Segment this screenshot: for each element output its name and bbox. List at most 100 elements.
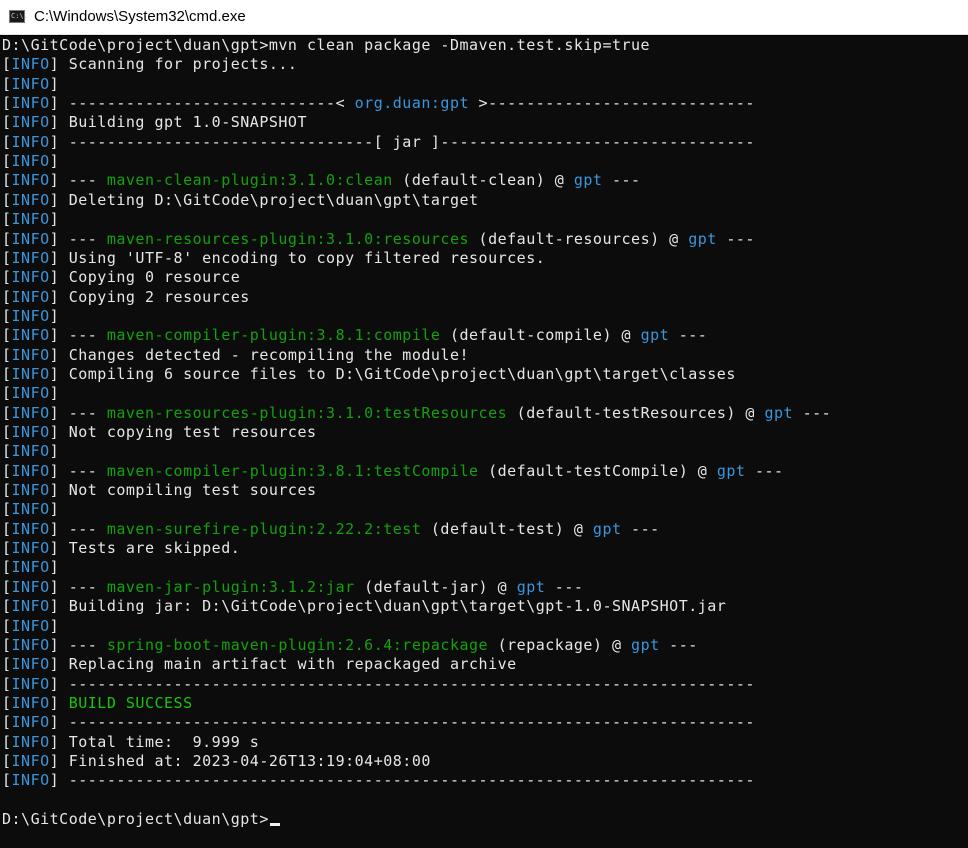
log-line: [INFO] xyxy=(2,617,69,636)
console-output[interactable]: D:\GitCode\project\duan\gpt>mvn clean pa… xyxy=(0,36,968,848)
log-level-bracket: ] xyxy=(49,539,69,558)
log-level-bracket: ] xyxy=(49,248,69,267)
log-level: INFO xyxy=(11,210,50,229)
log-level: INFO xyxy=(11,519,50,538)
log-level-bracket: ] xyxy=(49,771,69,790)
log-level-bracket: ] xyxy=(49,635,69,654)
log-level: INFO xyxy=(11,558,50,577)
log-level-bracket: [ xyxy=(2,655,12,674)
log-level-bracket: [ xyxy=(2,519,12,538)
log-level-bracket: [ xyxy=(2,345,12,364)
log-level-bracket: ] xyxy=(49,306,69,325)
log-level-bracket: [ xyxy=(2,481,12,500)
log-level-bracket: [ xyxy=(2,635,12,654)
log-level: INFO xyxy=(11,326,50,345)
log-level-bracket: ] xyxy=(49,229,69,248)
log-level-bracket: [ xyxy=(2,326,12,345)
log-line: [INFO] --- maven-surefire-plugin:2.22.2:… xyxy=(2,520,660,539)
log-line: [INFO] Scanning for projects... xyxy=(2,55,297,74)
log-level: INFO xyxy=(11,171,50,190)
log-level-bracket: ] xyxy=(49,132,69,151)
log-level: INFO xyxy=(11,693,50,712)
log-text: ----------------------------------------… xyxy=(68,771,755,790)
log-line: [INFO] --------------------------------[… xyxy=(2,133,755,152)
log-level-bracket: ] xyxy=(49,616,69,635)
log-text: (default-compile) @ xyxy=(440,326,641,345)
log-level-bracket: [ xyxy=(2,55,12,74)
log-line: [INFO] Tests are skipped. xyxy=(2,539,240,558)
log-line: [INFO] --- maven-resources-plugin:3.1.0:… xyxy=(2,230,755,249)
log-level-bracket: [ xyxy=(2,423,12,441)
title-bar[interactable]: C:\. C:\Windows\System32\cmd.exe xyxy=(0,0,968,35)
log-line: [INFO] Copying 0 resource xyxy=(2,268,240,287)
log-level-bracket: ] xyxy=(49,655,69,674)
cmd-icon-glyph: C:\. xyxy=(11,12,28,20)
log-text: Compiling 6 source files to D:\GitCode\p… xyxy=(68,364,736,383)
log-level-bracket: ] xyxy=(49,190,69,209)
log-level: INFO xyxy=(11,713,50,732)
log-line: [INFO] Deleting D:\GitCode\project\duan\… xyxy=(2,191,479,210)
log-level: INFO xyxy=(11,152,50,171)
log-level-bracket: [ xyxy=(2,113,12,132)
log-level-bracket: [ xyxy=(2,132,12,151)
log-level-bracket: ] xyxy=(49,461,69,480)
log-line: [INFO] --- maven-jar-plugin:3.1.2:jar (d… xyxy=(2,578,583,597)
log-line: [INFO] --- spring-boot-maven-plugin:2.6.… xyxy=(2,636,698,655)
log-level-bracket: [ xyxy=(2,229,12,248)
log-level-bracket: [ xyxy=(2,384,12,403)
log-text: --- xyxy=(716,229,755,248)
log-level-bracket: ] xyxy=(49,55,69,74)
log-level: INFO xyxy=(11,190,50,209)
log-level-bracket: [ xyxy=(2,539,12,558)
log-level: INFO xyxy=(11,74,50,93)
log-level-bracket: [ xyxy=(2,442,12,461)
log-text: --- xyxy=(602,171,641,190)
log-text: (default-jar) @ xyxy=(354,577,517,596)
log-level: INFO xyxy=(11,306,50,325)
log-text: (default-resources) @ xyxy=(469,229,689,248)
log-level-bracket: [ xyxy=(2,248,12,267)
log-text: Changes detected - recompiling the modul… xyxy=(68,345,470,364)
log-level: INFO xyxy=(11,539,50,558)
log-level: INFO xyxy=(11,403,50,422)
log-level-bracket: ] xyxy=(49,74,69,93)
log-line: [INFO] xyxy=(2,500,69,519)
log-level: INFO xyxy=(11,132,50,151)
log-level: INFO xyxy=(11,500,50,519)
log-text: --- xyxy=(68,326,107,345)
log-level: INFO xyxy=(11,268,50,287)
log-level-bracket: ] xyxy=(49,558,69,577)
log-level-bracket: [ xyxy=(2,403,12,422)
log-level: INFO xyxy=(11,732,50,751)
log-text: maven-surefire-plugin:2.22.2:test xyxy=(106,519,422,538)
prompt-text: D:\GitCode\project\duan\gpt> xyxy=(2,810,269,828)
log-level: INFO xyxy=(11,771,50,790)
log-text: --- xyxy=(68,635,107,654)
cmd-icon: C:\. xyxy=(9,10,28,23)
log-level-bracket: ] xyxy=(49,577,69,596)
log-level-bracket: ] xyxy=(49,113,69,132)
log-line: [INFO] xyxy=(2,152,69,171)
log-level: INFO xyxy=(11,616,50,635)
log-level-bracket: ] xyxy=(49,384,69,403)
log-level: INFO xyxy=(11,345,50,364)
log-level-bracket: [ xyxy=(2,268,12,287)
log-text: maven-resources-plugin:3.1.0:testResourc… xyxy=(106,403,508,422)
log-text: (default-testCompile) @ xyxy=(478,461,717,480)
log-text: Not copying test resources xyxy=(68,423,317,441)
log-text: Building jar: D:\GitCode\project\duan\gp… xyxy=(68,597,727,616)
log-level: INFO xyxy=(11,113,50,132)
log-level-bracket: ] xyxy=(49,210,69,229)
log-level-bracket: [ xyxy=(2,210,12,229)
log-text: --- xyxy=(68,461,107,480)
log-text: maven-resources-plugin:3.1.0:resources xyxy=(106,229,470,248)
log-level-bracket: [ xyxy=(2,500,12,519)
log-level-bracket: ] xyxy=(49,268,69,287)
log-text: ----------------------------------------… xyxy=(68,674,755,693)
log-level: INFO xyxy=(11,597,50,616)
log-text: gpt xyxy=(716,461,746,480)
log-level-bracket: [ xyxy=(2,713,12,732)
prompt-line[interactable]: D:\GitCode\project\duan\gpt> xyxy=(2,810,280,829)
log-text: Building gpt 1.0-SNAPSHOT xyxy=(68,113,307,132)
log-level-bracket: [ xyxy=(2,693,12,712)
